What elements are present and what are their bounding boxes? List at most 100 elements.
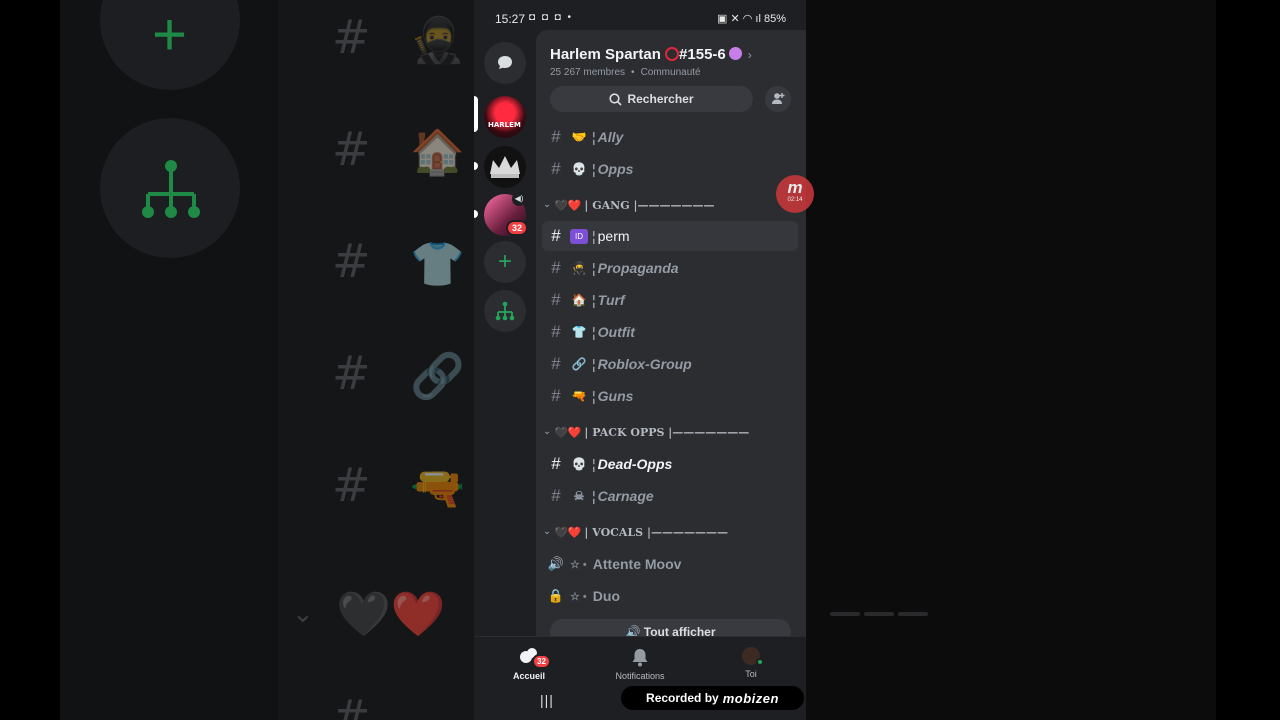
chevron-down-icon: ⌄ (543, 200, 551, 210)
server-name: Harlem Spartan (550, 46, 661, 63)
chevron-down-icon: ⌄ (543, 427, 551, 437)
voice-channel-duo[interactable]: 🔒 ☆ • Duo (542, 581, 798, 611)
channel-outfit[interactable]: # 👕 ¦ Outfit (542, 317, 798, 347)
channel-divider: ¦ (592, 324, 596, 340)
recorder-watermark: Recorded by mobizen (621, 686, 804, 710)
background-dash (830, 612, 860, 616)
category-label: | PACK OPPS |——————— (584, 425, 750, 439)
background-blur-left: + # # # # # # 🥷 🏠 👕 🔗 🔫 ⌄ 🖤❤️ (60, 0, 474, 720)
recent-apps-icon[interactable]: ||| (540, 692, 554, 708)
category-vocals[interactable]: ⌄ 🖤❤️ | VOCALS |——————— (540, 523, 800, 541)
channel-name: perm (597, 228, 630, 244)
status-notification-icons: ◘ ◘ ◘ • (529, 12, 573, 23)
tab-you[interactable]: Toi (706, 647, 796, 679)
background-rail (60, 0, 278, 720)
channel-propaganda[interactable]: # 🥷 ¦ Propaganda (542, 253, 798, 283)
voice-channel-attente-moov[interactable]: 🔊 ☆ • Attente Moov (542, 549, 798, 579)
member-count: 25 267 membres (550, 67, 626, 78)
channel-dead-opps[interactable]: # 💀 ¦ Dead-Opps (542, 449, 798, 479)
server-header[interactable]: Harlem Spartan #155-6 › (550, 46, 752, 63)
background-hearts-icon: 🖤❤️ (336, 589, 446, 640)
watermark-prefix: Recorded by (646, 691, 719, 705)
category-label: | GANG |——————— (584, 198, 715, 212)
server-meta: 25 267 membres • Communauté (550, 67, 701, 78)
handshake-icon: 🤝 (571, 129, 587, 144)
speaker-icon: 🔊 (625, 625, 641, 636)
channel-carnage[interactable]: # ☠ ¦ Carnage (542, 481, 798, 511)
background-blur-right (806, 0, 1216, 720)
skull-icon: 💀 (571, 161, 587, 176)
watermark-brand: mobizen (722, 690, 779, 706)
background-ninja-icon: 🥷 (410, 15, 465, 66)
crown-icon (490, 156, 520, 178)
channel-divider: ¦ (592, 161, 596, 177)
search-label: Rechercher (627, 92, 694, 106)
hash-icon: # (551, 386, 561, 405)
discover-servers-button[interactable] (484, 290, 526, 332)
tab-notifications[interactable]: Notifications (595, 647, 685, 681)
channel-guns[interactable]: # 🔫 ¦ Guns (542, 381, 798, 411)
background-link-icon: 🔗 (410, 351, 465, 402)
chevron-down-icon: ⌄ (543, 527, 551, 537)
server-type: Communauté (640, 67, 701, 78)
direct-messages-button[interactable] (484, 42, 526, 84)
hash-icon: # (551, 127, 561, 146)
recorder-time: 02:14 (787, 197, 803, 203)
server-icon-crown[interactable] (484, 146, 526, 188)
search-icon (609, 92, 623, 106)
add-server-button[interactable]: + (484, 241, 526, 283)
channel-opps[interactable]: # 💀 ¦ Opps (542, 154, 798, 184)
house-icon: 🏠 (571, 292, 587, 307)
tab-notifications-label: Notifications (615, 671, 665, 681)
background-hash: # (332, 122, 371, 176)
add-user-icon (772, 93, 785, 104)
background-hub-icon (142, 160, 200, 218)
voice-active-icon: ◀) (512, 192, 526, 206)
recorder-bubble[interactable]: m 02:14 (776, 175, 814, 213)
skull-icon: 💀 (571, 456, 587, 471)
invite-members-button[interactable] (765, 86, 791, 112)
hub-icon (495, 301, 515, 321)
unread-indicator (474, 162, 478, 170)
hash-icon: # (551, 322, 561, 341)
chat-bubble-icon (498, 56, 512, 69)
background-hash: # (332, 234, 371, 288)
hearts-icon: 🖤❤️ (554, 525, 582, 539)
link-icon: 🔗 (571, 356, 587, 371)
tab-home-label: Accueil (512, 671, 545, 681)
category-pack-opps[interactable]: ⌄ 🖤❤️ | PACK OPPS |——————— (540, 423, 800, 441)
screen: + # # # # # # 🥷 🏠 👕 🔗 🔫 ⌄ 🖤❤️ 15:27 ◘ ◘ … (0, 0, 1280, 720)
tab-home[interactable]: 32 Accueil (484, 647, 574, 681)
channel-name: Duo (592, 588, 620, 604)
channel-name: Carnage (597, 488, 654, 504)
channel-divider: ¦ (592, 228, 596, 244)
channel-ally[interactable]: # 🤝 ¦ Ally (542, 122, 798, 152)
background-gun-icon: 🔫 (410, 463, 465, 514)
search-button[interactable]: Rechercher (550, 86, 753, 112)
background-hash: # (332, 346, 371, 400)
bell-icon (629, 647, 651, 667)
channel-roblox-group[interactable]: # 🔗 ¦ Roblox-Group (542, 349, 798, 379)
hash-icon: # (551, 258, 561, 277)
red-ring-icon (665, 47, 680, 61)
channel-divider: ¦ (592, 260, 596, 276)
channel-name: Turf (597, 292, 625, 308)
category-gang[interactable]: ⌄ 🖤❤️ | GANG |——————— (540, 196, 800, 214)
status-right: ▣ ✕ ◠ ıl 85% (717, 12, 786, 25)
channel-name: Ally (597, 129, 624, 145)
channel-name: Dead-Opps (597, 456, 673, 472)
phone-screen: 15:27 ◘ ◘ ◘ • ▣ ✕ ◠ ıl 85% HARLEM ◀) 32 … (474, 0, 806, 720)
server-icon-harlem[interactable]: HARLEM (484, 96, 526, 138)
channel-divider: ¦ (592, 488, 596, 504)
channel-panel: Harlem Spartan #155-6 › 25 267 membres • Co… (536, 30, 806, 636)
gun-icon: 🔫 (571, 388, 587, 403)
channel-turf[interactable]: # 🏠 ¦ Turf (542, 285, 798, 315)
channel-perm[interactable]: # ID ¦ perm (542, 221, 798, 251)
channel-name: Guns (597, 388, 634, 404)
show-all-button[interactable]: 🔊 Tout afficher (550, 619, 791, 636)
shirt-icon: 👕 (571, 324, 587, 339)
hash-icon: # (551, 290, 561, 309)
background-dash (864, 612, 894, 616)
background-plus-icon: + (152, 1, 188, 68)
category-label: | VOCALS |——————— (584, 525, 728, 539)
